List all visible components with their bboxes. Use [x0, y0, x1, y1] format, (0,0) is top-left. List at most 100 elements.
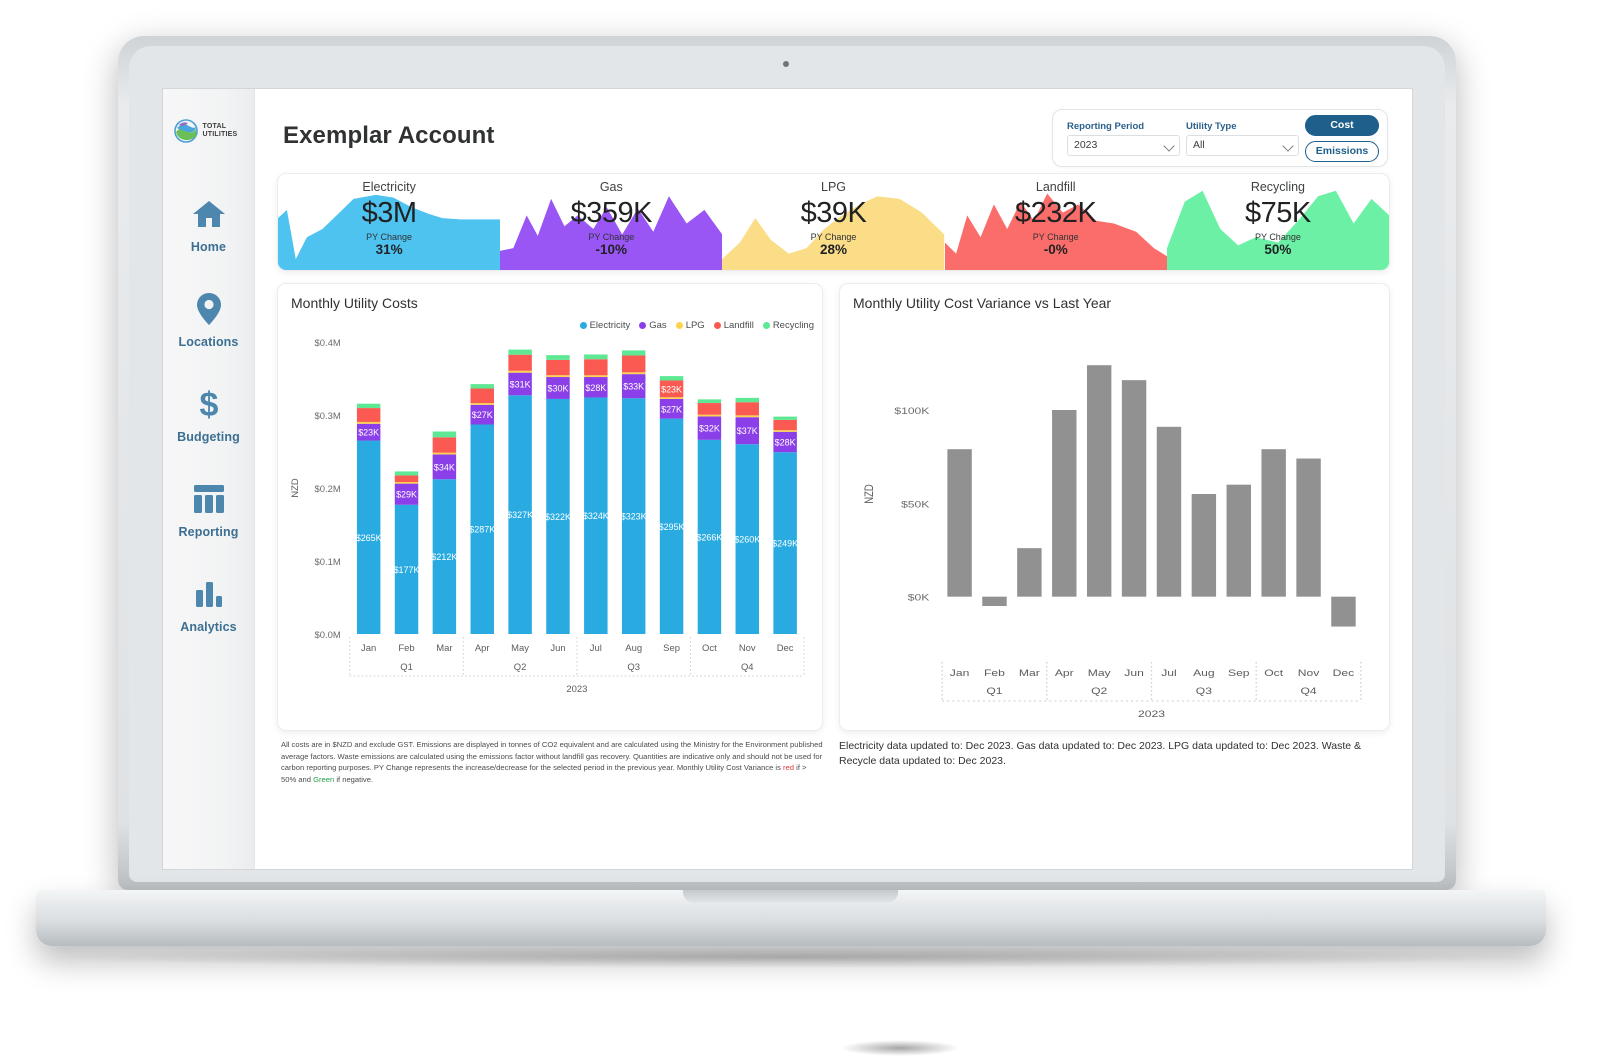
sidebar-nav: Home Locations $ Budgeting Reporting Ana…	[163, 191, 254, 638]
svg-text:Jul: Jul	[1161, 668, 1176, 678]
svg-text:$322K: $322K	[545, 512, 571, 522]
laptop-screen: TOTAL UTILITIES Home Locations $ Budgeti…	[162, 88, 1413, 870]
kpi-electricity[interactable]: Electricity $3M PY Change 31%	[278, 174, 501, 270]
kpi-recycling-value: $75K	[1245, 197, 1311, 229]
kpi-landfill[interactable]: Landfill $232K PY Change -0%	[944, 174, 1167, 270]
globe-leaf-logo-icon	[173, 118, 199, 144]
laptop-base-notch	[683, 890, 898, 903]
svg-text:Q2: Q2	[1091, 686, 1107, 696]
svg-text:Sep: Sep	[1228, 668, 1250, 678]
svg-text:$265K: $265K	[356, 533, 382, 543]
kpi-gas-title: Gas	[599, 180, 623, 194]
svg-text:Nov: Nov	[1298, 668, 1320, 678]
map-pin-icon	[190, 290, 228, 328]
svg-text:Sep: Sep	[663, 643, 680, 654]
brand-line-2: UTILITIES	[202, 131, 238, 138]
svg-text:Dec: Dec	[777, 643, 794, 654]
reporting-period-select[interactable]: 2023	[1067, 134, 1180, 156]
sidebar-label-locations: Locations	[178, 335, 239, 349]
bar-chart-icon	[190, 575, 228, 613]
svg-text:$27K: $27K	[472, 410, 493, 420]
right-footnote: Electricity data updated to: Dec 2023. G…	[839, 740, 1362, 767]
svg-text:Q1: Q1	[986, 686, 1002, 696]
svg-text:Nov: Nov	[739, 643, 756, 654]
svg-text:Feb: Feb	[984, 668, 1005, 678]
left-footnote-part1: All costs are in $NZD and exclude GST. E…	[281, 740, 823, 772]
variance-bar-chart[interactable]: $0K $50K $100K NZD Jan Feb Mar Apr May Jun Jul Aug S…	[840, 330, 1389, 730]
svg-text:$31K: $31K	[510, 379, 531, 389]
kpi-gas[interactable]: Gas $359K PY Change -10%	[500, 174, 723, 270]
svg-text:$0.0M: $0.0M	[314, 630, 340, 641]
kpi-recycling[interactable]: Recycling $75K PY Change 50%	[1166, 174, 1389, 270]
svg-text:Jun: Jun	[1124, 668, 1144, 678]
svg-text:$28K: $28K	[585, 383, 606, 393]
svg-text:$260K: $260K	[734, 535, 760, 545]
svg-text:$27K: $27K	[661, 404, 682, 414]
kpi-lpg-title: LPG	[821, 180, 847, 194]
stacked-bar-chart[interactable]: $0.0M $0.1M $0.2M $0.3M $0.4M NZD $265K $23K $17…	[278, 330, 822, 730]
sidebar-label-reporting: Reporting	[178, 525, 239, 539]
chevron-down-icon	[1284, 142, 1293, 151]
utility-type-select[interactable]: All	[1186, 134, 1299, 156]
sidebar: TOTAL UTILITIES Home Locations $ Budgeti…	[163, 89, 255, 869]
legend-dot-recycling	[762, 322, 770, 329]
kpi-electricity-pylabel: PY Change	[366, 232, 413, 242]
kpi-summary-card: Electricity $3M PY Change 31% Gas $359K	[277, 173, 1390, 271]
laptop-ground-shadow	[840, 1040, 960, 1056]
kpi-landfill-title: Landfill	[1035, 180, 1076, 194]
reporting-period-group: Reporting Period 2023	[1067, 121, 1180, 156]
kpi-electricity-title: Electricity	[362, 180, 416, 194]
sidebar-item-budgeting[interactable]: $ Budgeting	[163, 381, 254, 448]
brand-line-1: TOTAL	[202, 122, 227, 130]
monthly-utility-costs-title: Monthly Utility Costs	[291, 295, 418, 311]
emissions-toggle-button[interactable]: Emissions	[1305, 140, 1379, 162]
svg-text:NZD: NZD	[863, 484, 876, 504]
sidebar-item-locations[interactable]: Locations	[163, 286, 254, 353]
kpi-electricity-value: $3M	[361, 197, 417, 229]
svg-text:$249K: $249K	[772, 539, 798, 549]
svg-text:$0.2M: $0.2M	[314, 484, 340, 495]
kpi-lpg[interactable]: LPG $39K PY Change 28%	[722, 174, 945, 270]
page-title: Exemplar Account	[283, 122, 495, 149]
svg-text:Jan: Jan	[361, 643, 376, 654]
variance-panel: Monthly Utility Cost Variance vs Last Ye…	[839, 283, 1390, 731]
svg-text:Apr: Apr	[475, 643, 490, 654]
sidebar-item-home[interactable]: Home	[163, 191, 254, 258]
screenshot-stage: TOTAL UTILITIES Home Locations $ Budgeti…	[0, 0, 1609, 1062]
svg-text:Jun: Jun	[550, 643, 565, 654]
kpi-recycling-title: Recycling	[1250, 180, 1305, 194]
svg-text:$32K: $32K	[699, 424, 720, 434]
webcam-icon	[783, 61, 789, 67]
sidebar-item-reporting[interactable]: Reporting	[163, 476, 254, 543]
utility-type-label: Utility Type	[1186, 120, 1237, 132]
kpi-landfill-pylabel: PY Change	[1032, 232, 1079, 242]
sidebar-item-analytics[interactable]: Analytics	[163, 571, 254, 638]
sidebar-label-budgeting: Budgeting	[177, 430, 240, 444]
utility-type-group: Utility Type All	[1186, 121, 1299, 156]
legend-dot-gas	[639, 322, 647, 329]
sidebar-label-home: Home	[190, 240, 227, 254]
left-footnote: All costs are in $NZD and exclude GST. E…	[277, 739, 823, 785]
svg-text:Q4: Q4	[1300, 686, 1316, 696]
main-content: Exemplar Account Reporting Period 2023 U…	[255, 89, 1412, 869]
svg-text:Apr: Apr	[1055, 668, 1074, 678]
cost-toggle-button[interactable]: Cost	[1305, 114, 1379, 136]
monthly-utility-costs-panel: Monthly Utility Costs Electricity Gas LP…	[277, 283, 823, 731]
svg-text:$33K: $33K	[623, 382, 644, 392]
kpi-recycling-pylabel: PY Change	[1254, 232, 1301, 242]
svg-text:$34K: $34K	[434, 462, 455, 472]
left-footnote-red: red	[783, 763, 795, 772]
svg-text:$: $	[199, 386, 218, 422]
footnotes-row: All costs are in $NZD and exclude GST. E…	[277, 739, 1390, 785]
svg-text:Aug: Aug	[1193, 668, 1215, 678]
kpi-lpg-value: $39K	[800, 197, 867, 229]
svg-text:$323K: $323K	[621, 512, 647, 522]
svg-text:Aug: Aug	[625, 643, 642, 654]
left-footnote-green: Green	[313, 774, 335, 784]
svg-text:May: May	[1088, 668, 1111, 678]
brand-logo: TOTAL UTILITIES	[173, 111, 245, 151]
svg-text:2023: 2023	[566, 684, 587, 695]
table-columns-icon	[190, 480, 228, 518]
svg-text:Jan: Jan	[950, 668, 970, 678]
svg-text:Feb: Feb	[398, 643, 414, 654]
